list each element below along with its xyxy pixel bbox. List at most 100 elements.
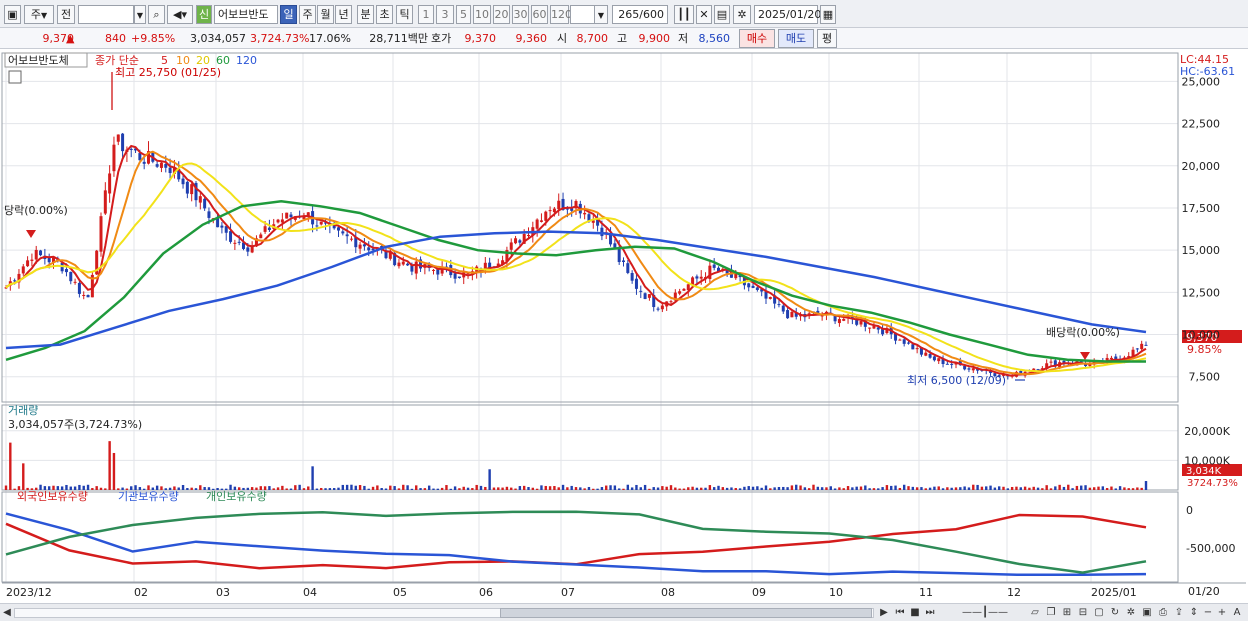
volume-bar	[1049, 488, 1053, 490]
price-y-tick: 17,500	[1182, 202, 1221, 215]
stop-icon[interactable]: ■	[909, 606, 921, 620]
dividend-annotation-2: 배당락(0.00%)	[1046, 326, 1120, 339]
crosshair-icon[interactable]: ✕	[696, 5, 712, 24]
calendar-icon[interactable]: ▦	[820, 5, 836, 24]
prev-button[interactable]: 전	[57, 5, 75, 24]
speaker-icon[interactable]: ◀▾	[167, 5, 193, 24]
interval-dropdown-button[interactable]: ▼	[594, 5, 608, 24]
stock-code-input[interactable]: 102120	[78, 5, 134, 24]
pan-icon[interactable]: ⇕	[1188, 606, 1200, 620]
volume-bar	[186, 488, 189, 490]
period-button-2[interactable]: 월	[317, 5, 334, 24]
period-button-3[interactable]: 년	[335, 5, 352, 24]
sell-button[interactable]: 매도	[778, 29, 814, 48]
interval-button-10[interactable]: 10	[473, 5, 491, 24]
interval-button-5[interactable]: 5	[456, 5, 471, 24]
volume-bar	[99, 487, 103, 490]
volume-bar	[574, 487, 578, 490]
interval-button-3[interactable]: 3	[436, 5, 454, 24]
window-icon[interactable]: ▢	[1092, 606, 1106, 620]
forward-icon[interactable]: ⏭	[923, 606, 937, 620]
period-button-0[interactable]: 일	[280, 5, 297, 24]
period-button-1[interactable]: 주	[299, 5, 316, 24]
volume-bar	[535, 488, 539, 490]
interval-button-20[interactable]: 20	[493, 5, 510, 24]
period-button-6[interactable]: 틱	[396, 5, 413, 24]
period-button-5[interactable]: 초	[376, 5, 393, 24]
volume-bar	[734, 488, 737, 490]
volume-bar	[1114, 488, 1117, 490]
search-icon[interactable]: ⌕	[148, 5, 165, 24]
change-value: 840	[105, 32, 126, 45]
zoom-in-icon[interactable]: +	[1216, 606, 1228, 620]
chart-svg[interactable]: 어보브반도체 종가 단순 5 10 20 60 120 LC:44.15 HC:…	[0, 50, 1248, 603]
candle-body	[539, 220, 543, 222]
buy-button[interactable]: 매수	[739, 29, 775, 48]
volume-bar	[1071, 488, 1074, 490]
gear-icon[interactable]: ✲	[733, 5, 751, 24]
scroll-left-icon[interactable]: ◀	[2, 606, 12, 620]
print-icon[interactable]: ⎙	[1156, 606, 1170, 620]
volume-ratio: 3,724.73%	[250, 32, 310, 45]
table-toggle-icon[interactable]	[8, 70, 22, 84]
toolbar: ▣ 주▼ 전 102120 ▼ ⌕ ◀▾ 신 어보브반도 일주월년분초틱 135…	[0, 0, 1248, 28]
interval-button-1[interactable]: 1	[418, 5, 434, 24]
save-icon[interactable]: ▤	[714, 5, 730, 24]
volume-bar	[609, 485, 612, 490]
window-menu-icon[interactable]: ▣	[4, 5, 21, 24]
zoom-out-icon[interactable]: −	[1202, 606, 1214, 620]
interval-button-120[interactable]: 120	[550, 5, 572, 24]
candle-type-icon[interactable]: ┃┃	[674, 5, 694, 24]
scroll-thumb[interactable]	[500, 608, 872, 618]
count-field[interactable]: 265/600	[612, 5, 668, 24]
x-tick-label: 03	[216, 586, 230, 599]
candle-body	[99, 216, 103, 252]
moving-averages	[5, 144, 1147, 377]
volume-bar	[1080, 485, 1083, 490]
candle-body	[185, 181, 189, 194]
date-field[interactable]: 2025/01/20	[754, 5, 821, 24]
chart-area[interactable]: 어보브반도체 종가 단순 5 10 20 60 120 LC:44.15 HC:…	[0, 50, 1248, 603]
export-icon[interactable]: ⇪	[1172, 606, 1186, 620]
volume-bar	[579, 487, 582, 490]
scroll-right-icon[interactable]: ▶	[878, 606, 890, 620]
candle-body	[319, 221, 323, 225]
volume-bar	[194, 488, 198, 490]
volume-bar	[1110, 486, 1113, 490]
drawing-tool-icon[interactable]: ▱	[1028, 606, 1042, 620]
ma-line-60	[5, 199, 1146, 363]
market-select[interactable]: 주▼	[24, 5, 54, 24]
font-size-icon[interactable]: A	[1230, 606, 1244, 620]
price-y-tick: 22,500	[1182, 118, 1221, 131]
zoom-slider[interactable]: ——┃——	[945, 606, 1025, 620]
volume-bar	[1023, 486, 1027, 490]
volume-bar	[1123, 487, 1126, 490]
flat-button[interactable]: 평	[817, 29, 837, 48]
open-label: 시	[557, 32, 568, 45]
interval-button-60[interactable]: 60	[531, 5, 548, 24]
volume-bar	[268, 486, 271, 490]
volume-bar	[540, 485, 543, 490]
period-button-4[interactable]: 분	[357, 5, 374, 24]
split-icon[interactable]: ⊟	[1076, 606, 1090, 620]
settings-icon[interactable]: ✲	[1124, 606, 1138, 620]
stock-name-field[interactable]: 어보브반도	[214, 5, 278, 24]
copy-icon[interactable]: ❐	[1044, 606, 1058, 620]
layout-icon[interactable]: ⊞	[1060, 606, 1074, 620]
rewind-icon[interactable]: ⏮	[893, 606, 907, 620]
volume-bar	[764, 485, 768, 490]
interval-button-30[interactable]: 30	[512, 5, 529, 24]
x-tick-label: 11	[919, 586, 933, 599]
candle-body	[924, 352, 928, 356]
candle-body	[1140, 343, 1144, 350]
volume-bar	[337, 487, 340, 490]
volume-bar	[415, 485, 418, 490]
x-tick-label: 10	[829, 586, 843, 599]
x-tick-label: 02	[134, 586, 148, 599]
image-icon[interactable]: ▣	[1140, 606, 1154, 620]
x-tick-label: 07	[561, 586, 575, 599]
price-y-tick: 15,000	[1182, 244, 1221, 257]
code-dropdown-button[interactable]: ▼	[134, 5, 146, 24]
refresh-icon[interactable]: ↻	[1108, 606, 1122, 620]
volume-bar	[445, 485, 448, 490]
